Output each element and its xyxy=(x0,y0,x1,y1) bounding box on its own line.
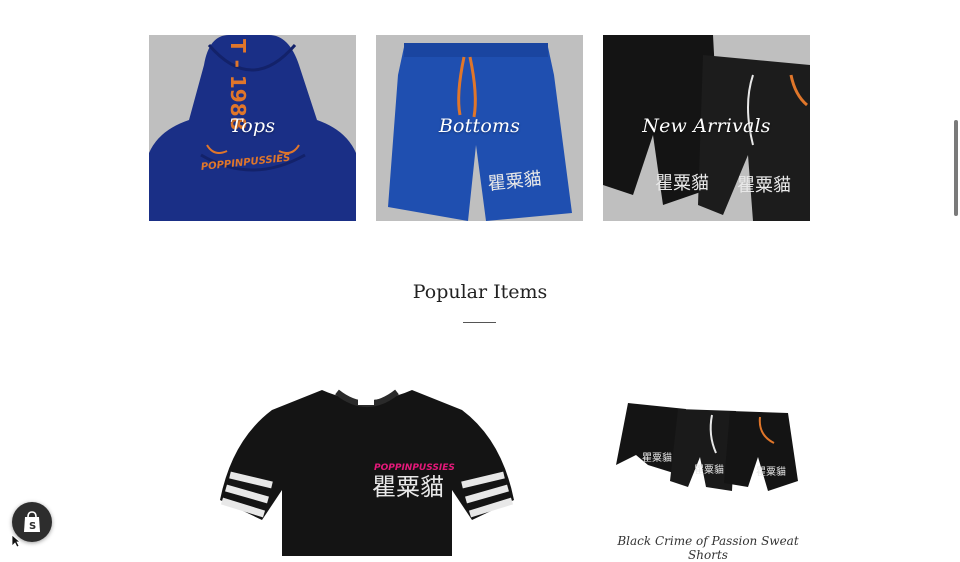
tops-label: Tops xyxy=(229,115,276,137)
shorts-print-left: 瞿粟貓 xyxy=(655,173,709,194)
collection-grid: T - 1988 POPPINPUSSIES Tops 瞿粟貓 Bottoms … xyxy=(149,35,810,221)
collection-tile-tops[interactable]: T - 1988 POPPINPUSSIES Tops xyxy=(149,35,356,221)
bottoms-label: Bottoms xyxy=(438,115,521,137)
black-shorts-product-image: 瞿粟貓 瞿粟貓 瞿粟貓 xyxy=(616,403,798,491)
product-title[interactable]: Black Crime of Passion Sweat Shorts xyxy=(598,534,818,562)
new-arrivals-label: New Arrivals xyxy=(642,115,771,137)
shorts-print-b: 瞿粟貓 xyxy=(694,463,724,476)
collection-tile-new-arrivals[interactable]: 瞿粟貓 瞿粟貓 New Arrivals xyxy=(603,35,810,221)
tshirt-product-image: POPPINPUSSIES 瞿粟貓 xyxy=(220,389,514,556)
title-divider xyxy=(463,322,496,323)
product-card-black-shorts[interactable]: 瞿粟貓 瞿粟貓 瞿粟貓 Black Crime of Passion Sweat… xyxy=(608,395,808,562)
arrow-cursor-icon xyxy=(11,534,21,548)
tshirt-print: 瞿粟貓 xyxy=(372,473,444,501)
shorts-print-a: 瞿粟貓 xyxy=(642,451,672,464)
shorts-print-right: 瞿粟貓 xyxy=(737,175,791,196)
popular-items-title: Popular Items xyxy=(412,281,548,303)
collection-tile-bottoms[interactable]: 瞿粟貓 Bottoms xyxy=(376,35,583,221)
product-card-tshirt[interactable]: POPPINPUSSIES 瞿粟貓 xyxy=(212,380,522,556)
tshirt-brand-print: POPPINPUSSIES xyxy=(374,463,455,473)
shorts-print-c: 瞿粟貓 xyxy=(756,465,786,478)
svg-text:S: S xyxy=(29,521,36,532)
shopify-bag-icon: S xyxy=(24,511,40,532)
scrollbar-thumb[interactable] xyxy=(954,120,958,216)
